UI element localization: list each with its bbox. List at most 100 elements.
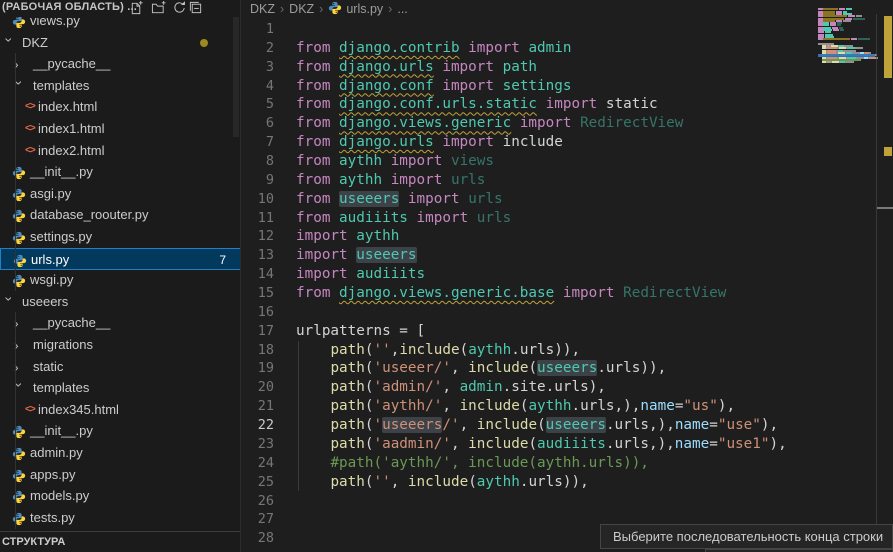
tree-item-useeers[interactable]: ›useeers [0,291,241,313]
code-line-14[interactable]: 14import audiiits [242,265,818,284]
tree-item-label: static [33,356,63,378]
line-number[interactable]: 4 [242,77,274,96]
line-number[interactable]: 2 [242,39,274,58]
code-area[interactable]: 12from django.contrib import admin3 from … [242,20,893,552]
tree-item-wsgi-py[interactable]: wsgi.py [0,269,241,291]
explorer-sidebar: views.py›DKZ›__pycache__›templates<>inde… [0,0,241,552]
code-line-3[interactable]: 3 from django.urls import path [242,58,818,77]
outline-section-header[interactable]: СТРУКТУРА [0,531,241,552]
line-number[interactable]: 18 [242,341,274,360]
line-number[interactable]: 7 [242,133,274,152]
tree-item--pycache-[interactable]: ›__pycache__ [0,312,241,334]
line-number[interactable]: 9 [242,171,274,190]
line-number[interactable]: 20 [242,378,274,397]
tree-item-asgi-py[interactable]: asgi.py [0,183,241,205]
breadcrumb-item[interactable]: urls.py [346,2,383,16]
line-number[interactable]: 19 [242,359,274,378]
tree-item-label: DKZ [22,32,48,54]
line-number[interactable]: 16 [242,303,274,322]
chevron-down-icon: › [9,80,31,90]
line-number[interactable]: 15 [242,284,274,303]
code-line-23[interactable]: 23 path('aadmin/', include(audiiits.urls… [242,435,818,454]
breadcrumb-item[interactable]: ... [397,2,407,16]
code-line-17[interactable]: 17urlpatterns = [ [242,322,818,341]
tree-item-models-py[interactable]: models.py [0,485,241,507]
line-number[interactable]: 17 [242,322,274,341]
tree-item-dkz[interactable]: ›DKZ [0,32,241,54]
collapse-all-icon[interactable] [188,0,204,16]
line-number[interactable]: 21 [242,397,274,416]
tree-item-static[interactable]: ›static [0,356,241,378]
breadcrumb-item[interactable]: DKZ [250,2,275,16]
code-line-6[interactable]: 6from django.views.generic import Redire… [242,114,818,133]
tree-item-migrations[interactable]: ›migrations [0,334,241,356]
tree-item-settings-py[interactable]: settings.py [0,226,241,248]
overview-ruler[interactable] [876,14,893,552]
line-number[interactable]: 13 [242,246,274,265]
tree-item-index345-html[interactable]: <>index345.html [0,399,241,421]
line-number[interactable]: 25 [242,473,274,492]
tree-item-index-html[interactable]: <>index.html [0,96,241,118]
code-line-24[interactable]: 24 #path('aythh/', include(aythh.urls)), [242,454,818,473]
code-line-10[interactable]: 10from useeers import urls [242,190,818,209]
tree-item-tests-py[interactable]: tests.py [0,507,241,529]
line-number[interactable]: 5 [242,95,274,114]
code-line-15[interactable]: 15from django.views.generic.base import … [242,284,818,303]
tree-item-index2-html[interactable]: <>index2.html [0,140,241,162]
code-line-20[interactable]: 20 path('admin/', admin.site.urls), [242,378,818,397]
code-line-5[interactable]: 5from django.conf.urls.static import sta… [242,95,818,114]
code-line-22[interactable]: 22 path('useeers/', include(useeers.urls… [242,416,818,435]
tree-item-index1-html[interactable]: <>index1.html [0,118,241,140]
new-file-icon[interactable] [129,0,145,16]
line-number[interactable]: 8 [242,152,274,171]
line-number[interactable]: 27 [242,510,274,529]
refresh-icon[interactable] [172,0,188,16]
code-line-2[interactable]: 2from django.contrib import admin [242,39,818,58]
line-number[interactable]: 3 [242,58,274,77]
code-line-25[interactable]: 25 path('', include(aythh.urls)), [242,473,818,492]
tree-item-urls-py[interactable]: urls.py7 [0,248,241,270]
code-line-1[interactable]: 1 [242,20,818,39]
code-line-8[interactable]: 8from aythh import views [242,152,818,171]
line-number[interactable]: 23 [242,435,274,454]
line-number[interactable]: 1 [242,20,274,39]
tree-item-database-roouter-py[interactable]: database_roouter.py [0,204,241,226]
sidebar-scrollbar[interactable] [233,17,239,137]
code-line-21[interactable]: 21 path('aythh/', include(aythh.urls,),n… [242,397,818,416]
line-number[interactable]: 26 [242,492,274,511]
breadcrumb-item[interactable]: DKZ [289,2,314,16]
code-line-19[interactable]: 19 path('useeer/', include(useeers.urls)… [242,359,818,378]
tree-item--pycache-[interactable]: ›__pycache__ [0,53,241,75]
new-folder-icon[interactable] [151,0,167,16]
tree-item-apps-py[interactable]: apps.py [0,464,241,486]
code-line-7[interactable]: 7from django.urls import include [242,133,818,152]
code-text: path('useeers/', include(useeers.urls,),… [296,416,778,435]
line-number[interactable]: 11 [242,209,274,228]
line-number[interactable]: 28 [242,529,274,548]
editor-pane[interactable]: DKZ›DKZ›urls.py›... 12from django.contri… [242,0,893,552]
chevron-down-icon: › [0,296,21,306]
code-line-13[interactable]: 13import useeers [242,246,818,265]
breadcrumb: DKZ›DKZ›urls.py›... [250,0,408,19]
code-line-12[interactable]: 12import aythh [242,227,818,246]
code-line-4[interactable]: 4from django.conf import settings [242,77,818,96]
code-line-18[interactable]: 18 path('',include(aythh.urls)), [242,341,818,360]
tree-item-templates[interactable]: ›templates [0,75,241,97]
line-number[interactable]: 12 [242,227,274,246]
tree-item--init-py[interactable]: __init__.py [0,161,241,183]
code-line-26[interactable]: 26 [242,492,818,511]
line-number[interactable]: 6 [242,114,274,133]
line-number[interactable]: 14 [242,265,274,284]
tree-item-templates[interactable]: ›templates [0,377,241,399]
code-line-9[interactable]: 9from aythh import urls [242,171,818,190]
minimap-current-line [818,54,875,56]
tree-item--init-py[interactable]: __init__.py [0,420,241,442]
line-number[interactable]: 22 [242,416,274,435]
code-text: from django.urls import path [296,58,537,77]
tree-item-admin-py[interactable]: admin.py [0,442,241,464]
code-line-11[interactable]: 11from audiiits import urls [242,209,818,228]
line-number[interactable]: 10 [242,190,274,209]
code-line-16[interactable]: 16 [242,303,818,322]
line-number[interactable]: 24 [242,454,274,473]
minimap[interactable] [818,6,875,86]
